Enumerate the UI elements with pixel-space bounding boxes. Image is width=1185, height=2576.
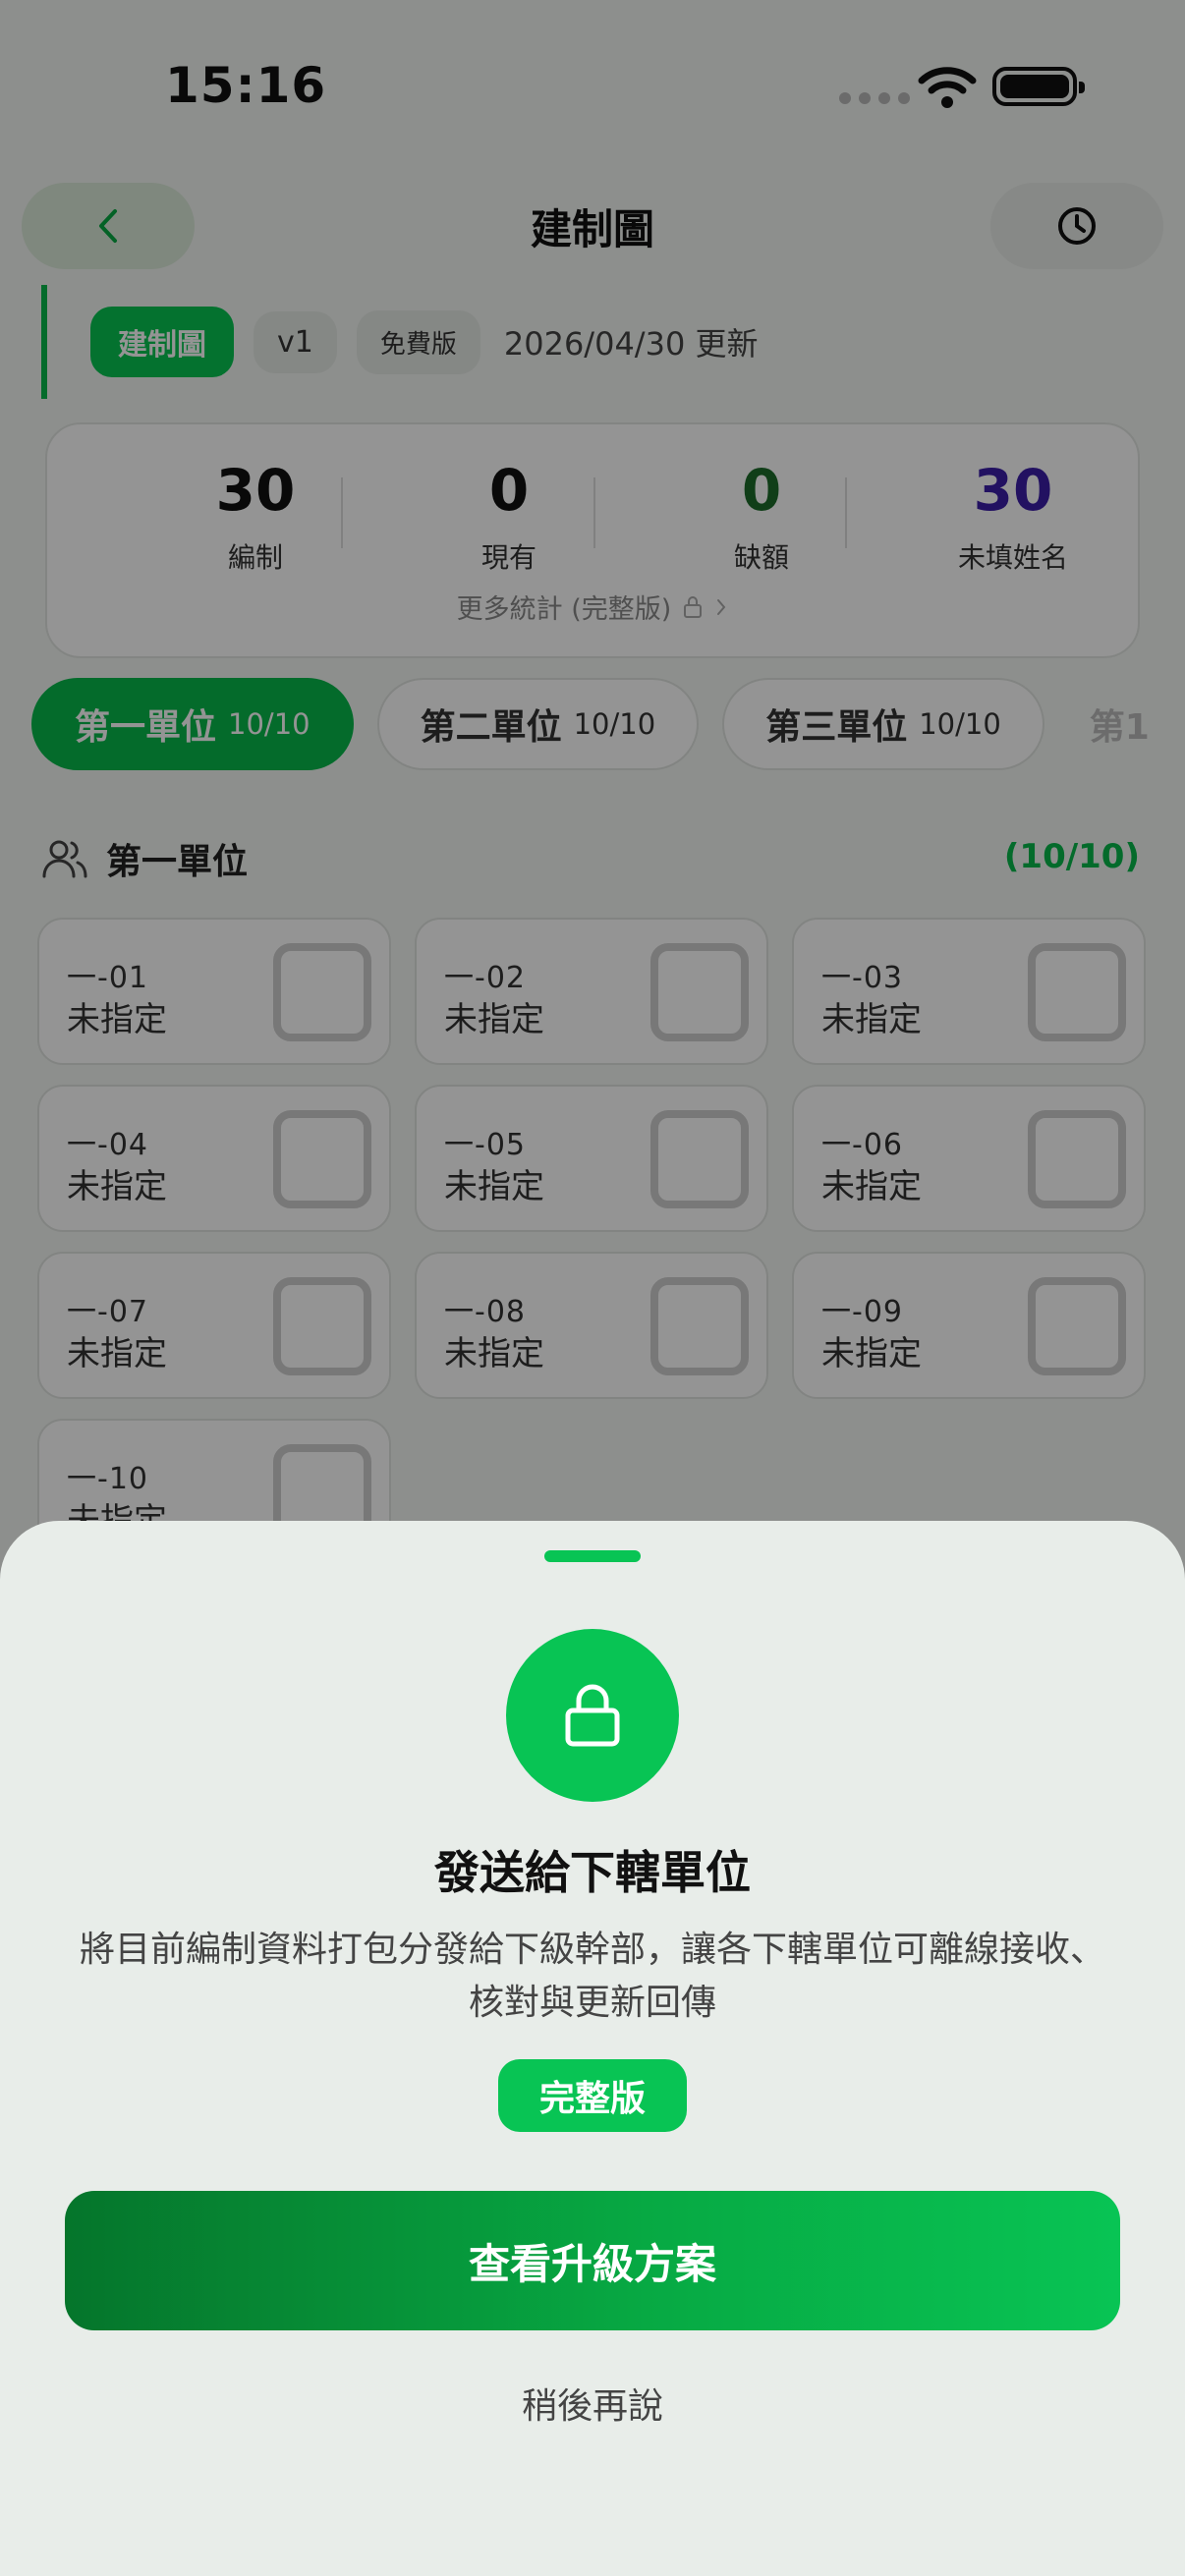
sheet-description: 將目前編制資料打包分發給下級幹部，讓各下轄單位可離線接收、核對與更新回傳 [79,1930,1105,2023]
sheet-drag-handle[interactable] [544,1550,641,1562]
lock-badge [506,1629,679,1802]
lock-icon [565,1684,620,1747]
sheet-title: 發送給下轄單位 [434,1846,751,1899]
view-upgrade-plans-button[interactable]: 查看升級方案 [65,2191,1120,2330]
later-button[interactable]: 稍後再說 [0,2378,1185,2429]
upgrade-bottom-sheet: 發送給下轄單位 將目前編制資料打包分發給下級幹部，讓各下轄單位可離線接收、核對與… [0,1521,1185,2576]
full-version-badge: 完整版 [498,2059,687,2132]
